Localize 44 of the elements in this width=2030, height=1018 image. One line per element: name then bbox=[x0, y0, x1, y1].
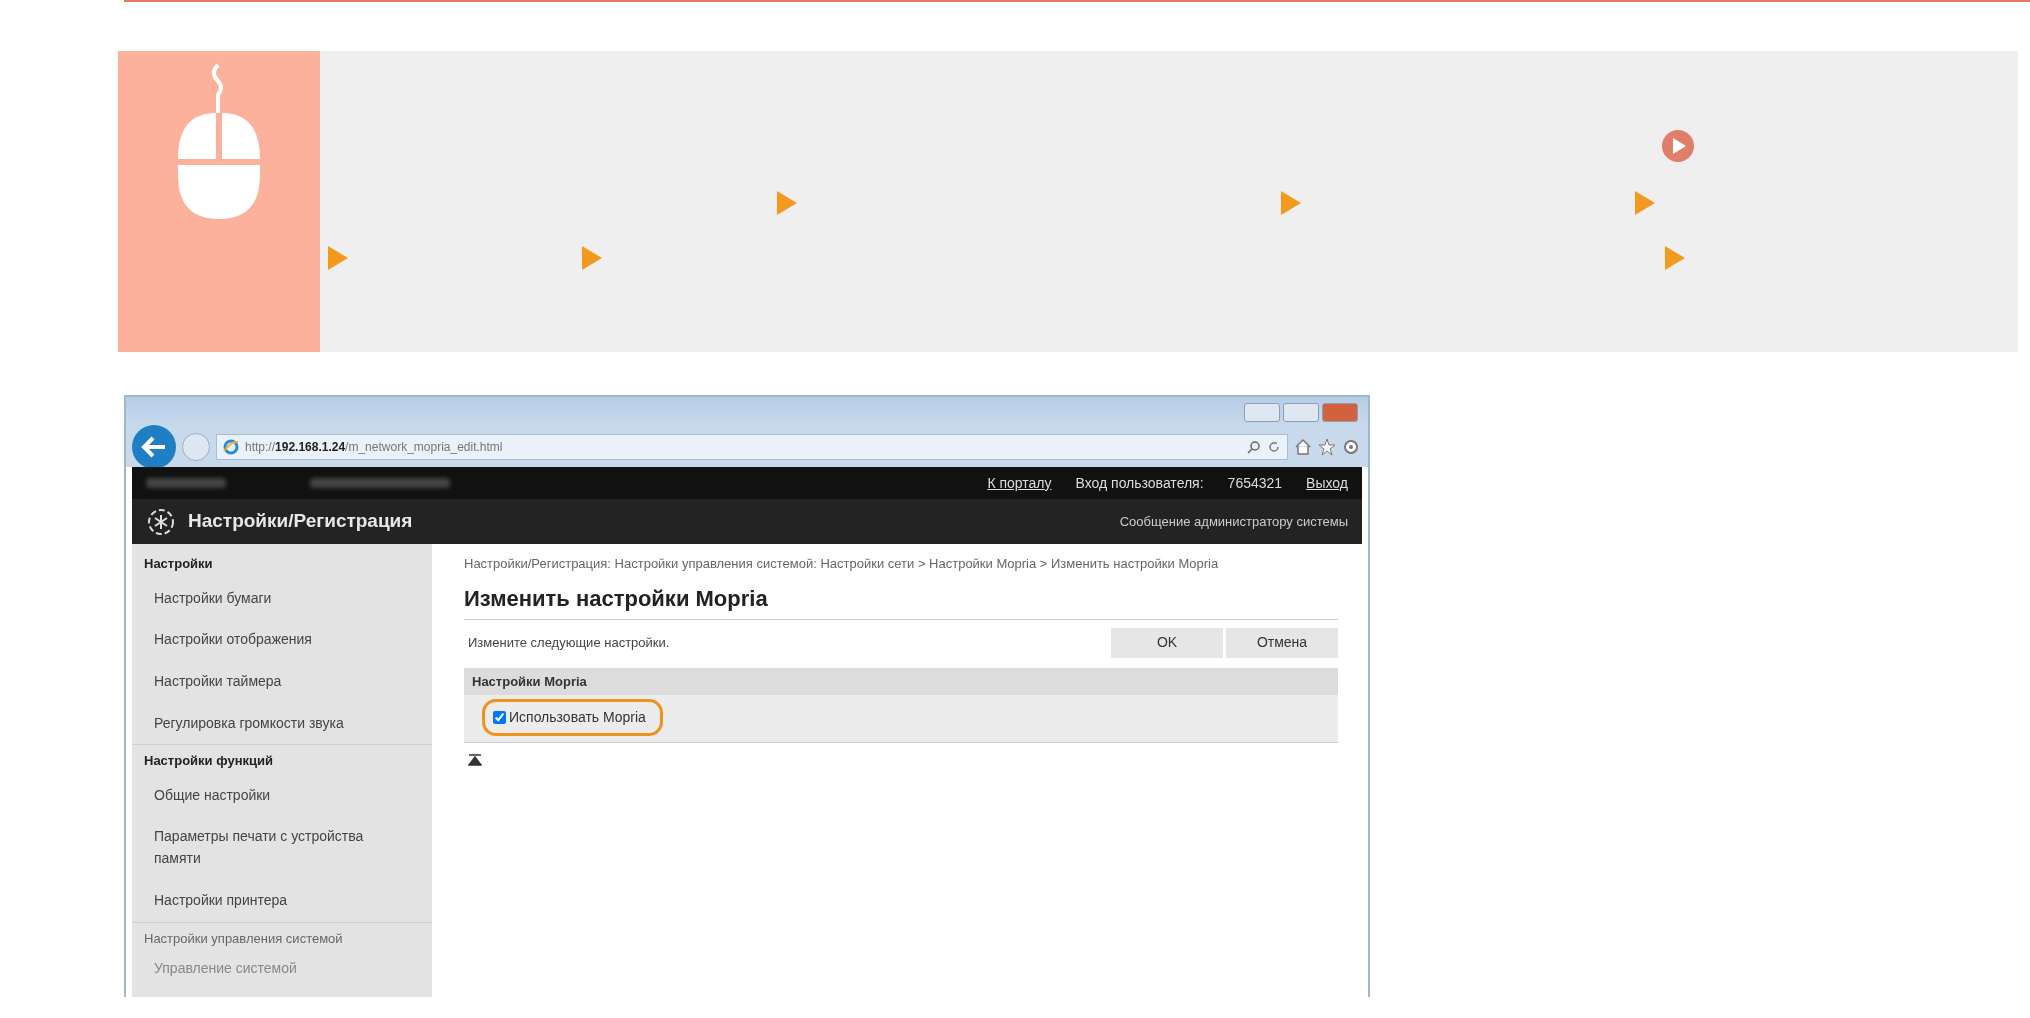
action-button[interactable]: OK bbox=[1111, 627, 1223, 658]
breadcrumb: Настройки/Регистрация: Настройки управления системой: Настройки сети > Настройки Mopria > Изменить настройки Mopria bbox=[464, 556, 1220, 572]
action-button[interactable]: Отмена bbox=[1226, 627, 1338, 658]
sidebar-heading: Настройки управления системой bbox=[143, 929, 344, 948]
back-button[interactable] bbox=[132, 425, 176, 469]
sidebar-item[interactable]: Параметры печати с устройства памяти bbox=[132, 816, 432, 880]
sidebar-heading: Настройки bbox=[143, 555, 214, 573]
admin-message-link[interactable]: Сообщение администратору системы bbox=[1119, 511, 1348, 532]
user-id: 7654321 bbox=[1227, 473, 1283, 493]
home-icon[interactable] bbox=[1294, 438, 1312, 456]
back-arrow-icon bbox=[141, 436, 167, 458]
search-icon[interactable] bbox=[1247, 440, 1261, 454]
star-icon[interactable] bbox=[1318, 438, 1336, 456]
page-title: Изменить настройки Mopria bbox=[464, 581, 1338, 620]
maximize-button[interactable] bbox=[1283, 403, 1319, 422]
login-label: Вход пользователя: bbox=[1075, 473, 1204, 493]
address-bar[interactable]: http://192.168.1.24/m_network_mopria_edit.html bbox=[216, 434, 1288, 460]
arrow-icon bbox=[1664, 245, 1686, 271]
sidebar-item[interactable]: Настройки таймера bbox=[132, 660, 432, 703]
arrow-icon bbox=[581, 245, 603, 271]
minimize-button[interactable] bbox=[1244, 403, 1280, 422]
section-header: Настройки Mopria bbox=[464, 667, 1338, 696]
play-link-icon[interactable] bbox=[1661, 129, 1695, 163]
browser-logo-icon bbox=[223, 439, 239, 455]
arrow-icon bbox=[1634, 190, 1656, 216]
sidebar-heading: Настройки функций bbox=[143, 752, 274, 771]
sidebar-item[interactable]: Настройки принтера bbox=[132, 879, 432, 922]
gear-icon bbox=[146, 506, 176, 537]
sidebar-item[interactable]: Настройки отображения bbox=[132, 619, 432, 661]
scroll-top-icon[interactable] bbox=[468, 753, 482, 766]
sidebar-item[interactable]: Регулировка громкости звука bbox=[132, 702, 432, 745]
checkbox-label[interactable]: Использовать Mopria bbox=[509, 707, 646, 729]
sidebar-item[interactable]: Настройки бумаги bbox=[132, 577, 432, 620]
instruction-text: Измените следующие настройки. bbox=[467, 633, 671, 652]
logout-link[interactable]: Выход bbox=[1306, 472, 1348, 494]
url-text: http://192.168.1.24/m_network_mopria_edit.html bbox=[245, 439, 503, 456]
refresh-icon[interactable] bbox=[1267, 440, 1281, 454]
sidebar-item[interactable]: Общие настройки bbox=[132, 774, 432, 817]
portal-link[interactable]: К порталу bbox=[987, 472, 1052, 494]
arrow-icon bbox=[327, 245, 349, 271]
arrow-icon bbox=[1280, 190, 1302, 216]
mopria-checkbox[interactable] bbox=[493, 711, 506, 725]
arrow-icon bbox=[776, 190, 798, 216]
header-title: Настройки/Регистрация bbox=[188, 509, 413, 534]
